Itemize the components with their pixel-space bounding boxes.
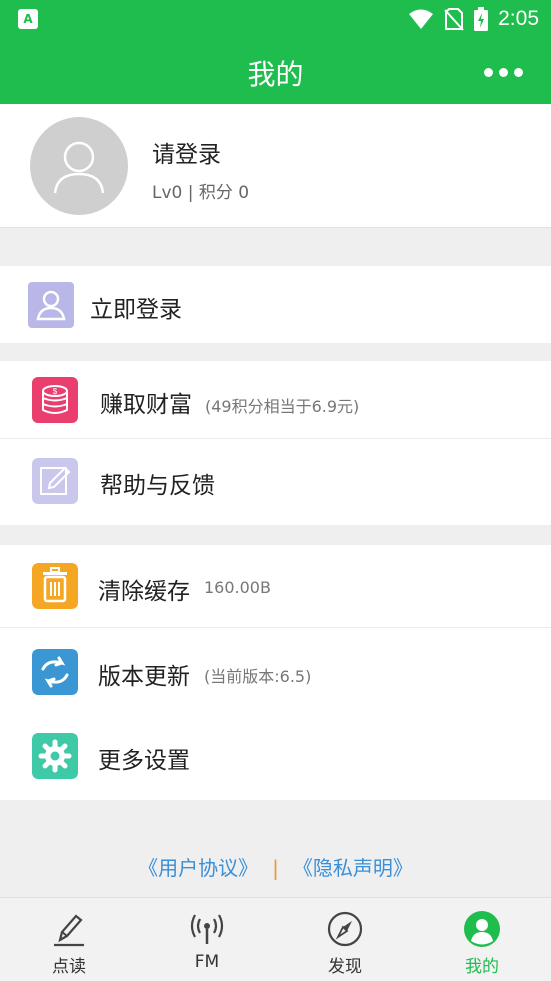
edit-note-icon [32, 458, 78, 504]
legal-links: 《用户协议》 | 《隐私声明》 [0, 852, 551, 881]
login-row[interactable]: 立即登录 [0, 266, 551, 343]
earn-wealth-row[interactable]: $ 赚取财富 (49积分相当于6.9元) [0, 361, 551, 439]
tab-mine-label: 我的 [465, 957, 499, 977]
clock: 2:05 [498, 7, 539, 30]
refresh-icon [32, 649, 78, 695]
user-silhouette-icon [53, 141, 105, 194]
version-update-row[interactable]: 版本更新 (当前版本:6.5) [0, 628, 551, 714]
app-notification-icon: A [18, 9, 38, 29]
trash-icon [32, 563, 78, 609]
earn-wealth-note: (49积分相当于6.9元) [205, 397, 360, 416]
cache-size: 160.00B [204, 578, 271, 597]
wifi-icon [409, 9, 434, 29]
login-card: 立即登录 [0, 266, 551, 343]
avatar[interactable] [30, 117, 128, 215]
help-feedback-label: 帮助与反馈 [100, 473, 215, 499]
profile-icon [464, 911, 500, 947]
svg-text:$: $ [53, 387, 58, 396]
version-update-label: 版本更新 [98, 664, 190, 690]
title-bar: 我的 [0, 38, 551, 104]
tab-discover[interactable]: 发现 [276, 898, 414, 981]
tab-fm[interactable]: FM [138, 898, 276, 981]
user-agreement-link[interactable]: 《用户协议》 [138, 856, 258, 880]
tab-mine[interactable]: 我的 [413, 898, 551, 981]
help-feedback-row[interactable]: 帮助与反馈 [0, 439, 551, 525]
page-title: 我的 [247, 58, 304, 91]
no-sim-icon [444, 8, 464, 31]
tab-read[interactable]: 点读 [0, 898, 138, 981]
clear-cache-row[interactable]: 清除缓存 160.00B [0, 545, 551, 628]
compass-icon [327, 911, 363, 947]
radio-icon [190, 914, 224, 944]
earn-wealth-label: 赚取财富 [100, 392, 192, 418]
clear-cache-label: 清除缓存 [98, 579, 190, 605]
privacy-policy-link[interactable]: 《隐私声明》 [293, 856, 413, 880]
tab-discover-label: 发现 [328, 957, 362, 977]
login-now-label: 立即登录 [90, 297, 182, 323]
profile-header[interactable]: 请登录 Lv0 | 积分 0 [0, 104, 551, 228]
menu-group-earn: $ 赚取财富 (49积分相当于6.9元) 帮助与反馈 [0, 361, 551, 525]
user-card-icon [28, 282, 74, 328]
level-points: Lv0 | 积分 0 [152, 183, 250, 203]
menu-group-settings: 清除缓存 160.00B 版本更新 (当前版本:6.5) 更多设置 [0, 545, 551, 800]
more-options-icon[interactable] [484, 68, 523, 77]
more-settings-label: 更多设置 [98, 748, 190, 774]
pencil-icon [54, 914, 84, 947]
bottom-tab-bar: 点读 FM 发现 我的 [0, 897, 551, 981]
tab-fm-label: FM [194, 952, 220, 972]
current-version: (当前版本:6.5) [204, 667, 312, 686]
login-prompt[interactable]: 请登录 [152, 135, 221, 169]
gear-icon [32, 733, 78, 779]
links-separator: | [272, 856, 279, 880]
tab-read-label: 点读 [52, 957, 86, 977]
coins-icon: $ [32, 377, 78, 423]
more-settings-row[interactable]: 更多设置 [0, 714, 551, 800]
battery-icon [474, 7, 489, 31]
status-bar: A 2:05 [0, 0, 551, 38]
